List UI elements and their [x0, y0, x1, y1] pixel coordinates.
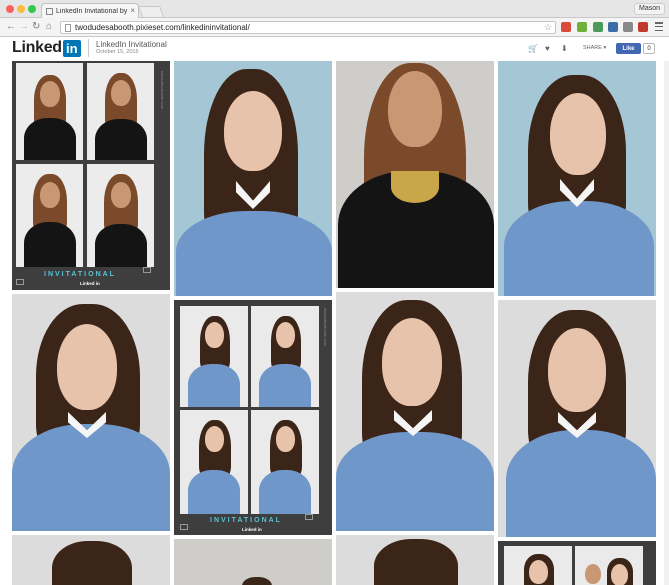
gallery-photo[interactable]: [12, 294, 170, 531]
close-window-button[interactable]: [6, 5, 14, 13]
strip-frame: [504, 546, 572, 585]
strip-frame: [87, 164, 154, 267]
heart-icon[interactable]: ♥: [545, 44, 550, 53]
forward-arrow-icon[interactable]: →: [19, 21, 29, 32]
facebook-like-button[interactable]: Like: [616, 43, 641, 54]
logo-badge: in: [62, 39, 81, 57]
like-label: Like: [622, 45, 635, 52]
strip-frame: [575, 546, 643, 585]
share-button[interactable]: SHARE ▾: [583, 45, 606, 51]
address-bar[interactable]: twodudesabooth.pixieset.com/linkedininvi…: [60, 21, 556, 34]
like-count: 0: [643, 43, 655, 54]
strip-frame: [16, 63, 83, 160]
profile-button[interactable]: Mason: [633, 3, 665, 15]
gallery-header: Linked in LinkedIn Invitational October …: [0, 37, 669, 61]
gallery-photo[interactable]: [174, 61, 332, 296]
strip-frame: [87, 63, 154, 160]
zoom-window-button[interactable]: [28, 5, 36, 13]
download-extension-icon[interactable]: [608, 22, 618, 32]
gallery-photo[interactable]: [336, 535, 494, 585]
photo-strip-3[interactable]: [498, 541, 656, 585]
gallery-date: October 15, 2015: [96, 49, 139, 55]
strip-side-text: twodudesabooth.com: [323, 308, 328, 347]
url-text: twodudesabooth.pixieset.com/linkedininvi…: [75, 23, 250, 32]
gallery-photo[interactable]: [12, 535, 170, 585]
tab-close-icon[interactable]: ×: [130, 6, 135, 15]
gallery-photo[interactable]: [498, 300, 656, 537]
gallery-photo[interactable]: [336, 61, 494, 288]
linkedin-logo[interactable]: Linked in: [12, 39, 81, 57]
tab-title: LinkedIn Invitational by Tw: [56, 7, 128, 15]
photo-strip-1[interactable]: twodudesabooth.com INVITATIONAL Linked i…: [12, 61, 170, 290]
gallery-title: LinkedIn Invitational: [96, 40, 167, 49]
browser-tab[interactable]: LinkedIn Invitational by Tw ×: [41, 3, 139, 18]
shield-extension-icon[interactable]: [593, 22, 603, 32]
page-scrollbar[interactable]: [664, 61, 669, 585]
gmail-extension-icon[interactable]: [561, 22, 571, 32]
strip-word: INVITATIONAL: [44, 271, 116, 278]
logo-text: Linked: [12, 39, 62, 56]
strip-frame: [16, 164, 83, 267]
strip-side-text: twodudesabooth.com: [160, 71, 165, 110]
new-tab-button[interactable]: [137, 6, 165, 17]
favicon-icon: [46, 7, 53, 15]
strip-logo-mark: [180, 524, 188, 530]
evernote-extension-icon[interactable]: [577, 22, 587, 32]
back-arrow-icon[interactable]: ←: [6, 21, 16, 32]
home-icon[interactable]: ⌂: [46, 21, 52, 32]
header-divider: [88, 39, 89, 57]
strip-word: INVITATIONAL: [210, 517, 282, 524]
strip-brand: Linked in: [242, 527, 262, 532]
page-icon: [65, 24, 71, 32]
browser-tab-bar: LinkedIn Invitational by Tw × Mason: [0, 0, 669, 18]
strip-frame: [251, 410, 319, 514]
cart-icon[interactable]: 🛒: [528, 44, 538, 53]
menu-icon[interactable]: [655, 22, 663, 31]
download-icon[interactable]: ⬇: [561, 44, 568, 53]
gallery-photo[interactable]: [498, 61, 656, 296]
bookmark-star-icon[interactable]: ☆: [544, 22, 552, 33]
tag-extension-icon[interactable]: [623, 22, 633, 32]
strip-frame: [180, 306, 248, 407]
strip-logo-mark: [16, 279, 24, 285]
gallery-photo[interactable]: [174, 539, 332, 585]
browser-toolbar: ← → ↻ ⌂ twodudesabooth.pixieset.com/link…: [0, 18, 669, 37]
strip-frame: [251, 306, 319, 407]
gallery-photo[interactable]: [336, 292, 494, 531]
photo-strip-2[interactable]: twodudesabooth.com INVITATIONAL Linked i…: [174, 300, 332, 535]
strip-logo-mark: [143, 267, 151, 273]
strip-logo-mark: [305, 514, 313, 520]
reload-icon[interactable]: ↻: [32, 21, 40, 32]
strip-frame: [180, 410, 248, 514]
strip-brand: Linked in: [80, 281, 100, 286]
pdf-extension-icon[interactable]: [638, 22, 648, 32]
minimize-window-button[interactable]: [17, 5, 25, 13]
